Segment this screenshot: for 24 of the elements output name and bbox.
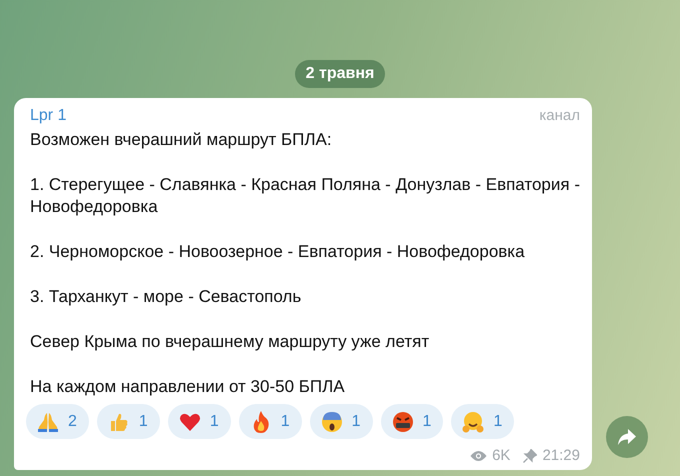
- date-pill: 2 травня: [294, 60, 386, 88]
- forward-button[interactable]: [606, 416, 648, 458]
- view-count: 6K: [492, 447, 510, 464]
- reaction-button[interactable]: 1: [451, 404, 514, 439]
- channel-name[interactable]: Lpr 1: [30, 107, 66, 125]
- reaction-button[interactable]: 1: [310, 404, 373, 439]
- reaction-button[interactable]: 2: [26, 404, 89, 439]
- message-text: 3. Тарханкут - море - Севастополь: [30, 286, 302, 308]
- reaction-button[interactable]: 1: [380, 404, 444, 439]
- message-time: 21:29: [542, 447, 580, 464]
- reaction-button[interactable]: 1: [168, 404, 231, 439]
- message-text: Возможен вчерашний маршрут БПЛА:: [30, 129, 333, 151]
- message-text: На каждом направлении от 30-50 БПЛА: [30, 376, 346, 398]
- eye-icon: [470, 450, 488, 462]
- message-text: Север Крыма по вчерашнему маршруту уже летят: [30, 331, 430, 353]
- message-text: 1. Стерегущее - Славянка - Красная Поляна - Донузлав - Евпатория - Новофедоровка: [30, 174, 580, 218]
- reaction-button[interactable]: 1: [96, 404, 160, 439]
- message-text: 2. Черноморское - Новоозерное - Евпатория - Новофедоровка: [30, 241, 526, 263]
- share-arrow-icon: [617, 428, 637, 446]
- sender-label: канал: [539, 107, 580, 124]
- scared-face-icon: [320, 410, 344, 434]
- reaction-button[interactable]: 1: [238, 404, 302, 439]
- smiling-face-icon: [461, 410, 486, 434]
- angry-face-icon: [390, 410, 415, 434]
